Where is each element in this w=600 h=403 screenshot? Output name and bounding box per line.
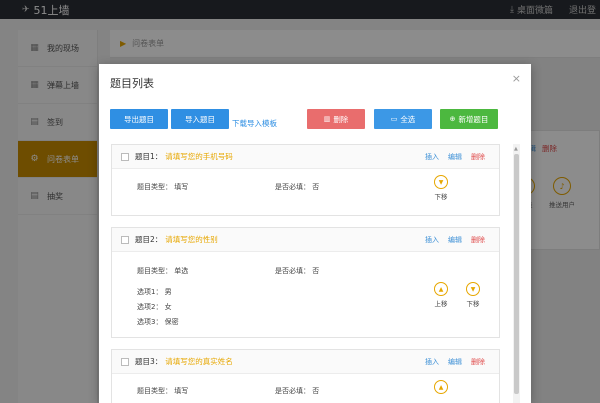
question-number: 题目1： bbox=[135, 152, 163, 161]
question-required: 是否必填： 否 bbox=[275, 387, 320, 395]
question-card: 题目2： 请填写您的性别 插入 编辑 删除 题目类型： 单选 是否必填： 否 选… bbox=[111, 227, 500, 338]
scroll-up-icon[interactable]: ▲ bbox=[514, 146, 518, 152]
scrollbar[interactable]: ▲ bbox=[513, 144, 520, 403]
question-number: 题目2： bbox=[135, 235, 163, 244]
edit-link[interactable]: 编辑 bbox=[448, 357, 462, 367]
question-actions: 插入 编辑 删除 bbox=[425, 357, 499, 367]
plus-circle-icon: ⊕ bbox=[449, 115, 456, 123]
edit-link[interactable]: 编辑 bbox=[448, 235, 462, 245]
modal-header: 题目列表 bbox=[99, 64, 531, 102]
edit-link[interactable]: 编辑 bbox=[448, 152, 462, 162]
question-card: 题目3： 请填写您的真实姓名 插入 编辑 删除 题目类型： 填写 是否必填： 否… bbox=[111, 349, 500, 403]
arrow-up-icon: ▲ bbox=[434, 380, 448, 394]
question-title: 请填写您的真实姓名 bbox=[165, 357, 233, 366]
question-number: 题目3： bbox=[135, 357, 163, 366]
trash-icon: ▥ bbox=[323, 115, 331, 123]
question-header: 题目1： 请填写您的手机号码 插入 编辑 删除 bbox=[112, 145, 499, 169]
folder-icon: ▭ bbox=[390, 115, 398, 123]
add-question-button[interactable]: ⊕ 新增题目 bbox=[440, 109, 498, 129]
question-header: 题目2： 请填写您的性别 插入 编辑 删除 bbox=[112, 228, 499, 252]
question-title: 请填写您的性别 bbox=[165, 235, 218, 244]
question-required: 是否必填： 否 bbox=[275, 267, 320, 275]
close-icon[interactable]: × bbox=[512, 72, 521, 85]
delete-link[interactable]: 删除 bbox=[471, 357, 485, 367]
option-item: 选项2： 女 bbox=[137, 303, 172, 311]
arrow-down-icon: ▼ bbox=[466, 282, 480, 296]
select-all-button[interactable]: ▭ 全选 bbox=[374, 109, 432, 129]
import-label: 导入题目 bbox=[185, 114, 215, 124]
option-item: 选项3： 保密 bbox=[137, 318, 179, 326]
question-type: 题目类型： 填写 bbox=[137, 387, 189, 395]
insert-link[interactable]: 插入 bbox=[425, 235, 439, 245]
insert-link[interactable]: 插入 bbox=[425, 357, 439, 367]
question-card: 题目1： 请填写您的手机号码 插入 编辑 删除 题目类型： 填写 是否必填： 否… bbox=[111, 144, 500, 216]
arrow-up-icon: ▲ bbox=[434, 282, 448, 296]
select-all-label: 全选 bbox=[400, 114, 416, 124]
delete-label: 删除 bbox=[333, 114, 349, 124]
scrollbar-thumb[interactable] bbox=[514, 154, 519, 394]
move-down-label: 下移 bbox=[466, 300, 480, 308]
move-down-button[interactable]: ▼ 下移 bbox=[466, 282, 480, 308]
question-checkbox[interactable] bbox=[121, 235, 129, 244]
export-button[interactable]: 导出题目 bbox=[110, 109, 168, 129]
question-actions: 插入 编辑 删除 bbox=[425, 152, 499, 162]
import-button[interactable]: 导入题目 bbox=[171, 109, 229, 129]
delete-button[interactable]: ▥ 删除 bbox=[307, 109, 365, 129]
question-type: 题目类型： 填写 bbox=[137, 183, 189, 191]
question-checkbox[interactable] bbox=[121, 152, 129, 161]
question-list-modal: 题目列表 × 导出题目 导入题目 下载导入模板 ▥ 删除 ▭ 全选 ⊕ 新增题目… bbox=[99, 64, 531, 403]
move-up-button[interactable]: ▲ bbox=[434, 380, 448, 394]
move-up-button[interactable]: ▲ 上移 bbox=[434, 282, 448, 308]
question-type: 题目类型： 单选 bbox=[137, 267, 189, 275]
option-item: 选项1： 男 bbox=[137, 288, 172, 296]
question-list[interactable]: 题目1： 请填写您的手机号码 插入 编辑 删除 题目类型： 填写 是否必填： 否… bbox=[110, 144, 520, 403]
modal-toolbar: 导出题目 导入题目 下载导入模板 ▥ 删除 ▭ 全选 ⊕ 新增题目 bbox=[110, 109, 520, 131]
download-template-link[interactable]: 下载导入模板 bbox=[232, 118, 277, 129]
delete-link[interactable]: 删除 bbox=[471, 235, 485, 245]
move-up-label: 上移 bbox=[434, 300, 448, 308]
question-header: 题目3： 请填写您的真实姓名 插入 编辑 删除 bbox=[112, 350, 499, 374]
insert-link[interactable]: 插入 bbox=[425, 152, 439, 162]
question-actions: 插入 编辑 删除 bbox=[425, 235, 499, 245]
export-label: 导出题目 bbox=[124, 114, 154, 124]
question-title: 请填写您的手机号码 bbox=[165, 152, 233, 161]
move-down-label: 下移 bbox=[434, 193, 448, 201]
question-required: 是否必填： 否 bbox=[275, 183, 320, 191]
question-checkbox[interactable] bbox=[121, 357, 129, 366]
modal-title: 题目列表 bbox=[110, 77, 154, 90]
arrow-down-icon: ▼ bbox=[434, 175, 448, 189]
move-down-button[interactable]: ▼ 下移 bbox=[434, 175, 448, 201]
delete-link[interactable]: 删除 bbox=[471, 152, 485, 162]
add-question-label: 新增题目 bbox=[458, 114, 489, 124]
